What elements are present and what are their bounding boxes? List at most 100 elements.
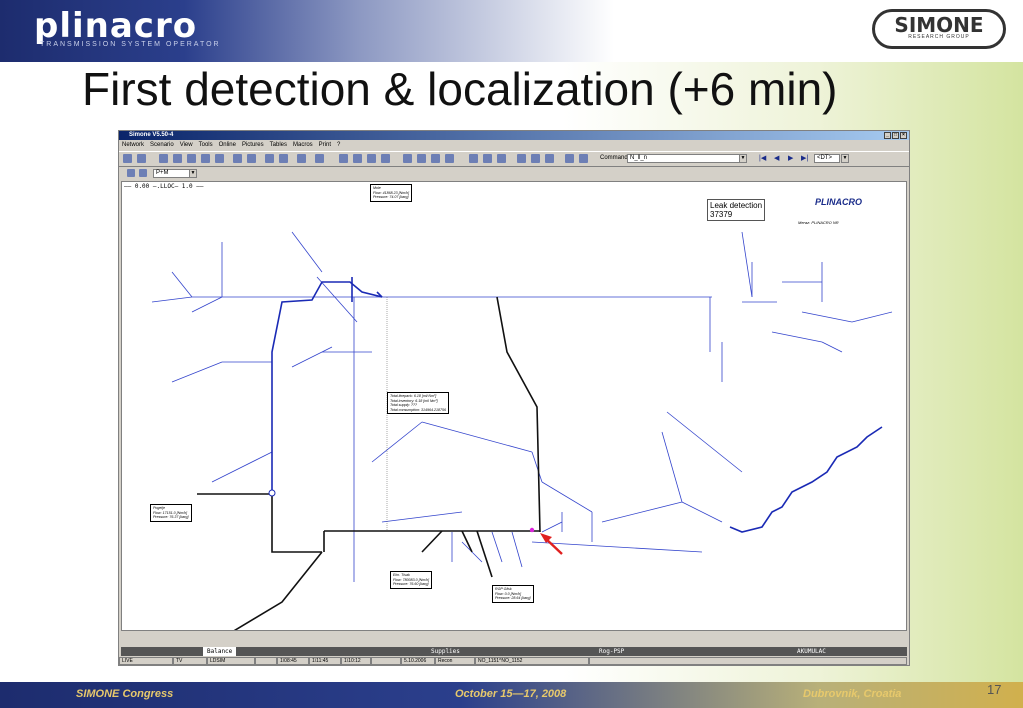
window-title: Simone V5.50-4	[129, 132, 174, 138]
status-recon: Recon	[435, 657, 475, 665]
toolbar-regulator-icon[interactable]	[215, 154, 224, 163]
last-step-button[interactable]: ▶|	[801, 154, 808, 162]
simone-logo: SIMONE RESEARCH GROUP	[872, 9, 1006, 49]
status-filler	[589, 657, 907, 665]
toolbar-pan-down-icon[interactable]	[445, 154, 454, 163]
toolbar-table-icon[interactable]	[297, 154, 306, 163]
toolbar-zoom-in-icon[interactable]	[353, 154, 362, 163]
toolbar-compressor-icon[interactable]	[201, 154, 210, 163]
forward-icon[interactable]	[139, 169, 147, 177]
view-mode-dropdown-arrow[interactable]: ▼	[189, 169, 197, 178]
toolbar-calc-icon[interactable]	[279, 154, 288, 163]
status-time-2: 1\11:45	[309, 657, 341, 665]
view-mode-select[interactable]: P+M	[153, 169, 191, 178]
toolbar-pan-right-icon[interactable]	[417, 154, 426, 163]
popup-totals: Total linepack: 6.18 [mil Nm³] Total inv…	[387, 392, 450, 415]
menu-help[interactable]: ?	[337, 141, 340, 149]
menu-macros[interactable]: Macros	[293, 141, 313, 149]
plinacro-logo: plinacro	[34, 6, 198, 46]
main-toolbar: Command: N_ll_n ▼ |◀ ◀ ▶ ▶| <DT> ▼	[119, 151, 909, 167]
menu-view[interactable]: View	[180, 141, 193, 149]
tab-supplies[interactable]: Supplies	[431, 647, 460, 656]
toolbar-copy-icon[interactable]	[497, 154, 506, 163]
popup-node-rgp: RGP Glisk Flow: 0.0 [Nm/h] Pressure: 28.…	[492, 585, 534, 603]
prev-step-button[interactable]: ◀	[774, 154, 779, 162]
popup-node-tisak: Elm. Tisak Flow: 780083.0 [Nm/h] Pressur…	[390, 571, 433, 589]
toolbar-zoom-out-icon[interactable]	[367, 154, 376, 163]
status-empty-2	[371, 657, 401, 665]
plinacro-mini-logo: PLINACRO	[815, 197, 862, 207]
footer-dates: October 15—17, 2008	[455, 688, 567, 700]
dt-select[interactable]: <DT>	[814, 154, 840, 163]
status-bar: LIVE TV LDSIM 1\08:45 1\11:45 1\10:12 5.…	[119, 657, 909, 666]
close-button[interactable]: ×	[900, 132, 907, 139]
toolbar-node-icon[interactable]	[159, 154, 168, 163]
footer-location: Dubrovnik, Croatia	[803, 688, 902, 700]
menu-print[interactable]: Print	[319, 141, 331, 149]
menu-network[interactable]: Network	[122, 141, 144, 149]
menu-tables[interactable]: Tables	[270, 141, 287, 149]
meraz-label: Meraz: PLINACRO NR	[798, 220, 839, 225]
leak-detection-box: Leak detection 37379	[707, 199, 766, 221]
dt-dropdown-arrow[interactable]: ▼	[841, 154, 849, 163]
status-scenario: LDSIM	[207, 657, 255, 665]
back-icon[interactable]	[127, 169, 135, 177]
menu-online[interactable]: Online	[219, 141, 236, 149]
status-time-1: 1\08:45	[277, 657, 309, 665]
toolbar-search-icon[interactable]	[483, 154, 492, 163]
toolbar-pipe-icon[interactable]	[173, 154, 182, 163]
leak-detection-value: 37379	[710, 210, 733, 219]
toolbar-open-icon[interactable]	[123, 154, 132, 163]
status-tv: TV	[173, 657, 207, 665]
command-label: Command:	[600, 155, 630, 161]
network-canvas[interactable]: —— 0.00 —.LLOC— 1.0 —— Mole Flow: 41868.…	[121, 181, 907, 631]
menu-pictures[interactable]: Pictures	[242, 141, 264, 149]
leak-detection-label: Leak detection	[710, 201, 763, 210]
status-empty-1	[255, 657, 277, 665]
status-mode: LIVE	[119, 657, 173, 665]
secondary-toolbar: P+M ▼	[119, 167, 909, 179]
popup-node-mole: Mole Flow: 41868.23 [Nm/h] Pressure: 74.…	[370, 184, 413, 202]
footer-congress: SIMONE Congress	[76, 688, 174, 700]
toolbar-step-icon[interactable]	[247, 154, 256, 163]
toolbar-run-icon[interactable]	[265, 154, 274, 163]
toolbar-report-icon[interactable]	[565, 154, 574, 163]
minimize-button[interactable]: _	[884, 132, 891, 139]
simone-app-window: Simone V5.50-4 _ □ × Network Scenario Vi…	[118, 130, 910, 666]
command-dropdown-arrow[interactable]: ▼	[739, 154, 747, 163]
window-titlebar: Simone V5.50-4 _ □ ×	[119, 131, 909, 140]
pipeline-network-map	[151, 231, 893, 630]
command-input[interactable]: N_ll_n	[627, 154, 747, 163]
toolbar-save-icon[interactable]	[137, 154, 146, 163]
toolbar-grid-icon[interactable]	[315, 154, 324, 163]
menu-scenario[interactable]: Scenario	[150, 141, 174, 149]
toolbar-zoom-fit-icon[interactable]	[339, 154, 348, 163]
toolbar-valve-icon[interactable]	[187, 154, 196, 163]
tab-akumulac[interactable]: AKUMULAC	[797, 647, 826, 656]
thin-pipes	[151, 231, 893, 582]
junction-node	[268, 489, 276, 497]
menubar: Network Scenario View Tools Online Pictu…	[119, 141, 340, 149]
next-step-button[interactable]: ▶	[788, 154, 793, 162]
main-blue-pipes	[271, 277, 883, 533]
toolbar-chart-icon[interactable]	[545, 154, 554, 163]
bottom-tab-bar: Balance Supplies Rog-PSP AKUMULAC	[121, 647, 907, 656]
toolbar-pan-left-icon[interactable]	[403, 154, 412, 163]
maximize-button[interactable]: □	[892, 132, 899, 139]
toolbar-graph-icon[interactable]	[531, 154, 540, 163]
toolbar-pan-up-icon[interactable]	[431, 154, 440, 163]
status-pipe-ids: NO_1151^NO_1152	[475, 657, 589, 665]
footer-band: SIMONE Congress October 15—17, 2008 Dubr…	[0, 682, 1023, 708]
toolbar-profile-icon[interactable]	[517, 154, 526, 163]
menu-tools[interactable]: Tools	[199, 141, 213, 149]
toolbar-info-icon[interactable]	[469, 154, 478, 163]
toolbar-zoom-window-icon[interactable]	[381, 154, 390, 163]
leak-location-marker	[529, 527, 535, 533]
tab-balance[interactable]: Balance	[203, 647, 237, 656]
tab-rog-psp[interactable]: Rog-PSP	[599, 647, 624, 656]
toolbar-play-icon[interactable]	[233, 154, 242, 163]
toolbar-print-icon[interactable]	[579, 154, 588, 163]
first-step-button[interactable]: |◀	[759, 154, 766, 162]
plinacro-logo-subtitle: TRANSMISSION SYSTEM OPERATOR	[40, 41, 221, 48]
page-number: 17	[987, 682, 1002, 697]
